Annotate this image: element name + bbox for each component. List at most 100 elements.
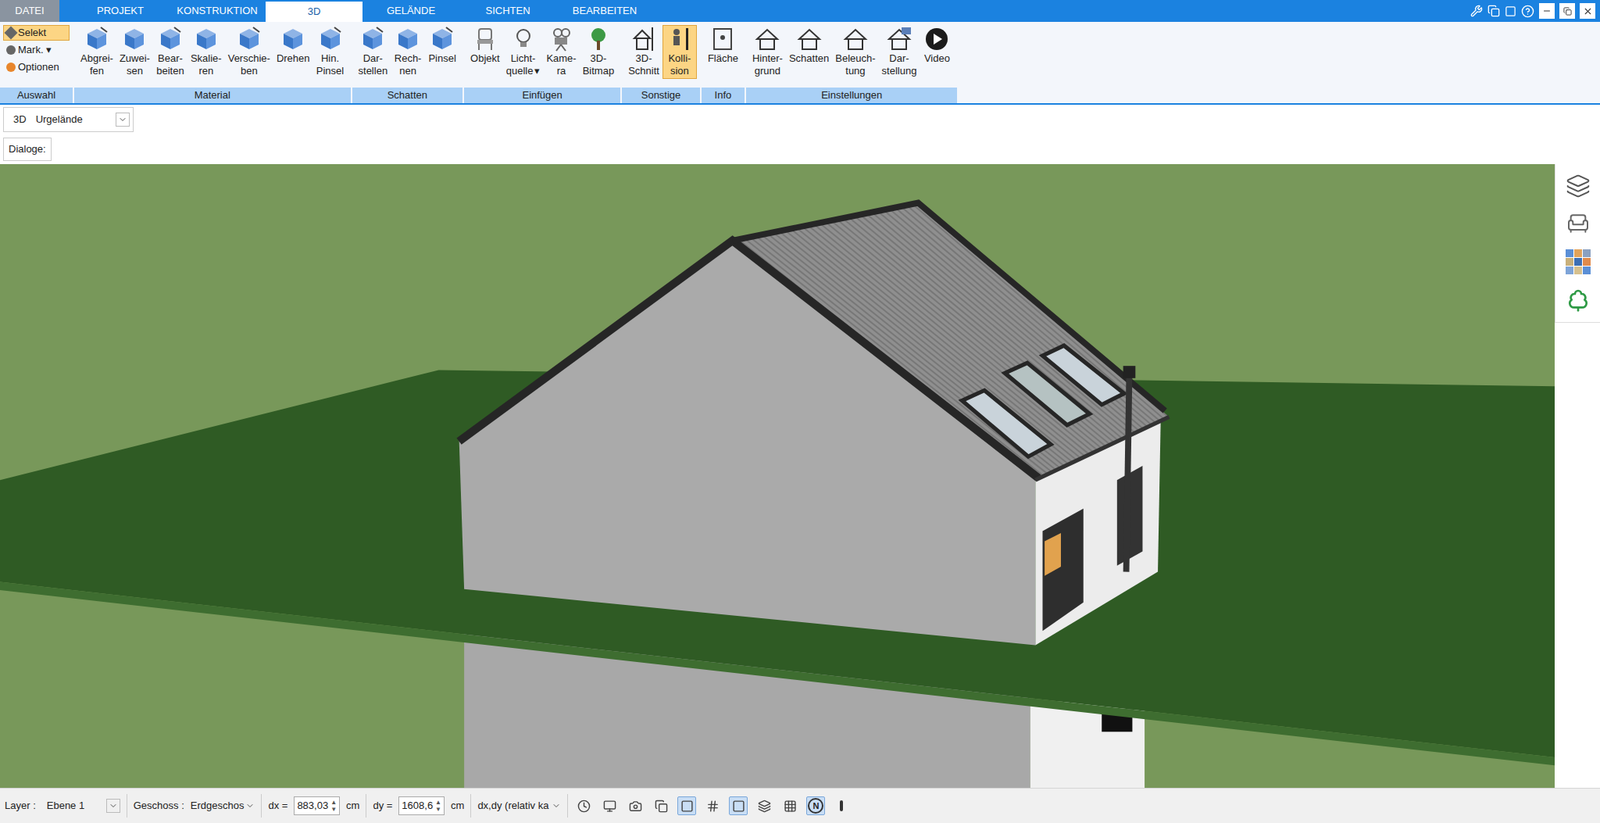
group-label: Sonstige — [621, 87, 700, 104]
ribbon-button[interactable]: Verschie-ben — [225, 25, 274, 79]
ribbon-button[interactable]: Fläche — [704, 25, 742, 67]
viewport — [0, 164, 1600, 788]
group-label: Auswahl — [0, 87, 73, 104]
restore-icon — [1563, 7, 1572, 16]
selection-item[interactable]: Selekt — [3, 25, 70, 41]
ribbon-button[interactable]: Kolli-sion — [662, 25, 697, 79]
status-tool[interactable] — [754, 796, 774, 815]
layers-icon[interactable] — [1565, 173, 1591, 199]
ribbon-group: SelektMark.▾Optionen Auswahl — [0, 21, 73, 104]
selection-item[interactable]: Optionen — [3, 59, 70, 75]
material-cube-icon — [121, 25, 148, 53]
material-cube-icon — [157, 25, 184, 53]
ribbon-button[interactable]: Bear-beiten — [153, 25, 188, 79]
dialogs-label: Dialoge: — [3, 137, 52, 161]
material-cube-icon — [394, 25, 422, 53]
view-select[interactable]: 3DUrgelände — [3, 107, 134, 133]
house-icon — [885, 25, 913, 53]
status-tool[interactable] — [600, 796, 619, 815]
ribbon-button[interactable]: 3D-Bitmap — [579, 25, 618, 79]
ribbon-button[interactable]: Beleuch-tung — [832, 25, 879, 79]
tools-icon[interactable] — [1470, 4, 1483, 18]
ribbon-button[interactable]: Kame-ra — [542, 25, 579, 79]
ribbon-button[interactable]: Drehen — [273, 25, 314, 67]
status-tool[interactable] — [625, 796, 645, 815]
status-tool[interactable] — [574, 796, 593, 815]
minimize-button[interactable] — [1539, 3, 1555, 19]
north-label: N — [807, 797, 824, 814]
status-tool[interactable] — [780, 796, 800, 815]
coordinate-mode-select[interactable]: dx,dy (relativ ka — [477, 797, 561, 814]
material-cube-icon — [317, 25, 344, 53]
status-tool[interactable] — [832, 796, 851, 815]
ribbon: SelektMark.▾Optionen AuswahlAbgrei-fenZuw… — [0, 21, 1600, 105]
selection-item-icon — [6, 45, 16, 55]
ribbon-button[interactable]: Rech-nen — [390, 25, 425, 79]
status-tool-icon — [628, 799, 643, 813]
status-tool[interactable] — [703, 796, 722, 815]
status-tool-icon — [603, 799, 617, 813]
window-layout-icon[interactable] — [1504, 5, 1517, 18]
status-tool-icon — [577, 799, 591, 813]
dx-input[interactable]: 883,03▲▼ — [293, 796, 340, 815]
house-icon — [842, 25, 869, 53]
ribbon-tab[interactable]: BEARBEITEN — [556, 0, 654, 22]
selection-item-icon — [6, 62, 16, 72]
ribbon-tab[interactable]: SICHTEN — [459, 0, 557, 22]
window-controls — [1470, 0, 1600, 22]
restore-layout-icon[interactable] — [1487, 4, 1500, 18]
ribbon-tab[interactable]: PROJEKT — [71, 0, 169, 22]
material-palette-icon[interactable] — [1564, 248, 1592, 275]
group-label: Einstellungen — [746, 87, 958, 104]
minimize-icon — [1542, 6, 1552, 16]
ribbon-button[interactable]: Hin.Pinsel — [313, 25, 348, 79]
ribbon-group: Dar-stellenRech-nenPinselSchatten — [352, 21, 464, 104]
more-icon — [839, 800, 843, 811]
material-cube-icon — [359, 25, 386, 53]
furniture-icon[interactable] — [1565, 210, 1591, 236]
ribbon-tab[interactable]: KONSTRUKTION — [168, 0, 266, 22]
ribbon-tab[interactable]: GELÄNDE — [362, 0, 460, 22]
ribbon-button[interactable]: Hinter-grund — [749, 25, 786, 79]
ribbon-tab[interactable]: DATEI — [0, 0, 60, 22]
ribbon-tab-bar: DATEI PROJEKTKONSTRUKTION3DGELÄNDESICHTEN… — [0, 0, 1600, 22]
ribbon-tab[interactable]: 3D — [265, 0, 363, 22]
ribbon-group: Abgrei-fenZuwei-senBear-beitenSkalie-ren… — [74, 21, 351, 104]
chair-icon — [471, 25, 499, 53]
ribbon-button[interactable]: Pinsel — [425, 25, 460, 67]
ribbon-button[interactable]: Dar-stellen — [355, 25, 392, 79]
ribbon-button[interactable]: Dar-stellung — [878, 25, 921, 79]
ribbon-group: Hinter-grundSchattenBeleuch-tungDar-stel… — [746, 21, 958, 104]
ribbon-button[interactable]: 3D-Schnitt — [625, 25, 663, 79]
selection-item[interactable]: Mark.▾ — [3, 42, 70, 58]
maximize-button[interactable] — [1559, 3, 1575, 19]
material-cube-icon — [235, 25, 263, 53]
3d-scene[interactable] — [0, 164, 1555, 788]
right-sidebar — [1554, 164, 1600, 788]
status-tool[interactable] — [651, 796, 671, 815]
ribbon-button[interactable]: Licht-quelle▾ — [503, 25, 544, 79]
close-icon — [1582, 6, 1593, 17]
ribbon-button[interactable]: Abgrei-fen — [77, 25, 117, 79]
help-icon[interactable] — [1521, 4, 1535, 18]
close-button[interactable] — [1579, 3, 1596, 19]
status-tool[interactable] — [677, 796, 697, 815]
ribbon-button[interactable]: Video — [919, 25, 954, 67]
status-tool-icon — [732, 799, 746, 813]
section-icon — [630, 25, 658, 53]
floor-select[interactable]: Erdgeschos — [190, 797, 256, 814]
ribbon-button[interactable]: Objekt — [467, 25, 504, 67]
plants-icon[interactable] — [1565, 287, 1591, 313]
ribbon-button[interactable]: Skalie-ren — [187, 25, 225, 79]
area-info-icon — [709, 25, 736, 53]
status-tools: N — [574, 796, 851, 815]
material-cube-icon — [83, 25, 111, 53]
dropdown-chevron-icon — [117, 114, 128, 125]
ribbon-group: ObjektLicht-quelle▾Kame-ra3D-BitmapEinfü… — [464, 21, 621, 104]
ribbon-button[interactable]: Schatten — [785, 25, 833, 67]
status-tool[interactable] — [728, 796, 748, 815]
layer-select[interactable]: Ebene 1 — [42, 797, 121, 814]
dy-input[interactable]: 1608,6▲▼ — [398, 796, 445, 815]
ribbon-button[interactable]: Zuwei-sen — [116, 25, 154, 79]
status-tool[interactable]: N — [806, 796, 825, 815]
